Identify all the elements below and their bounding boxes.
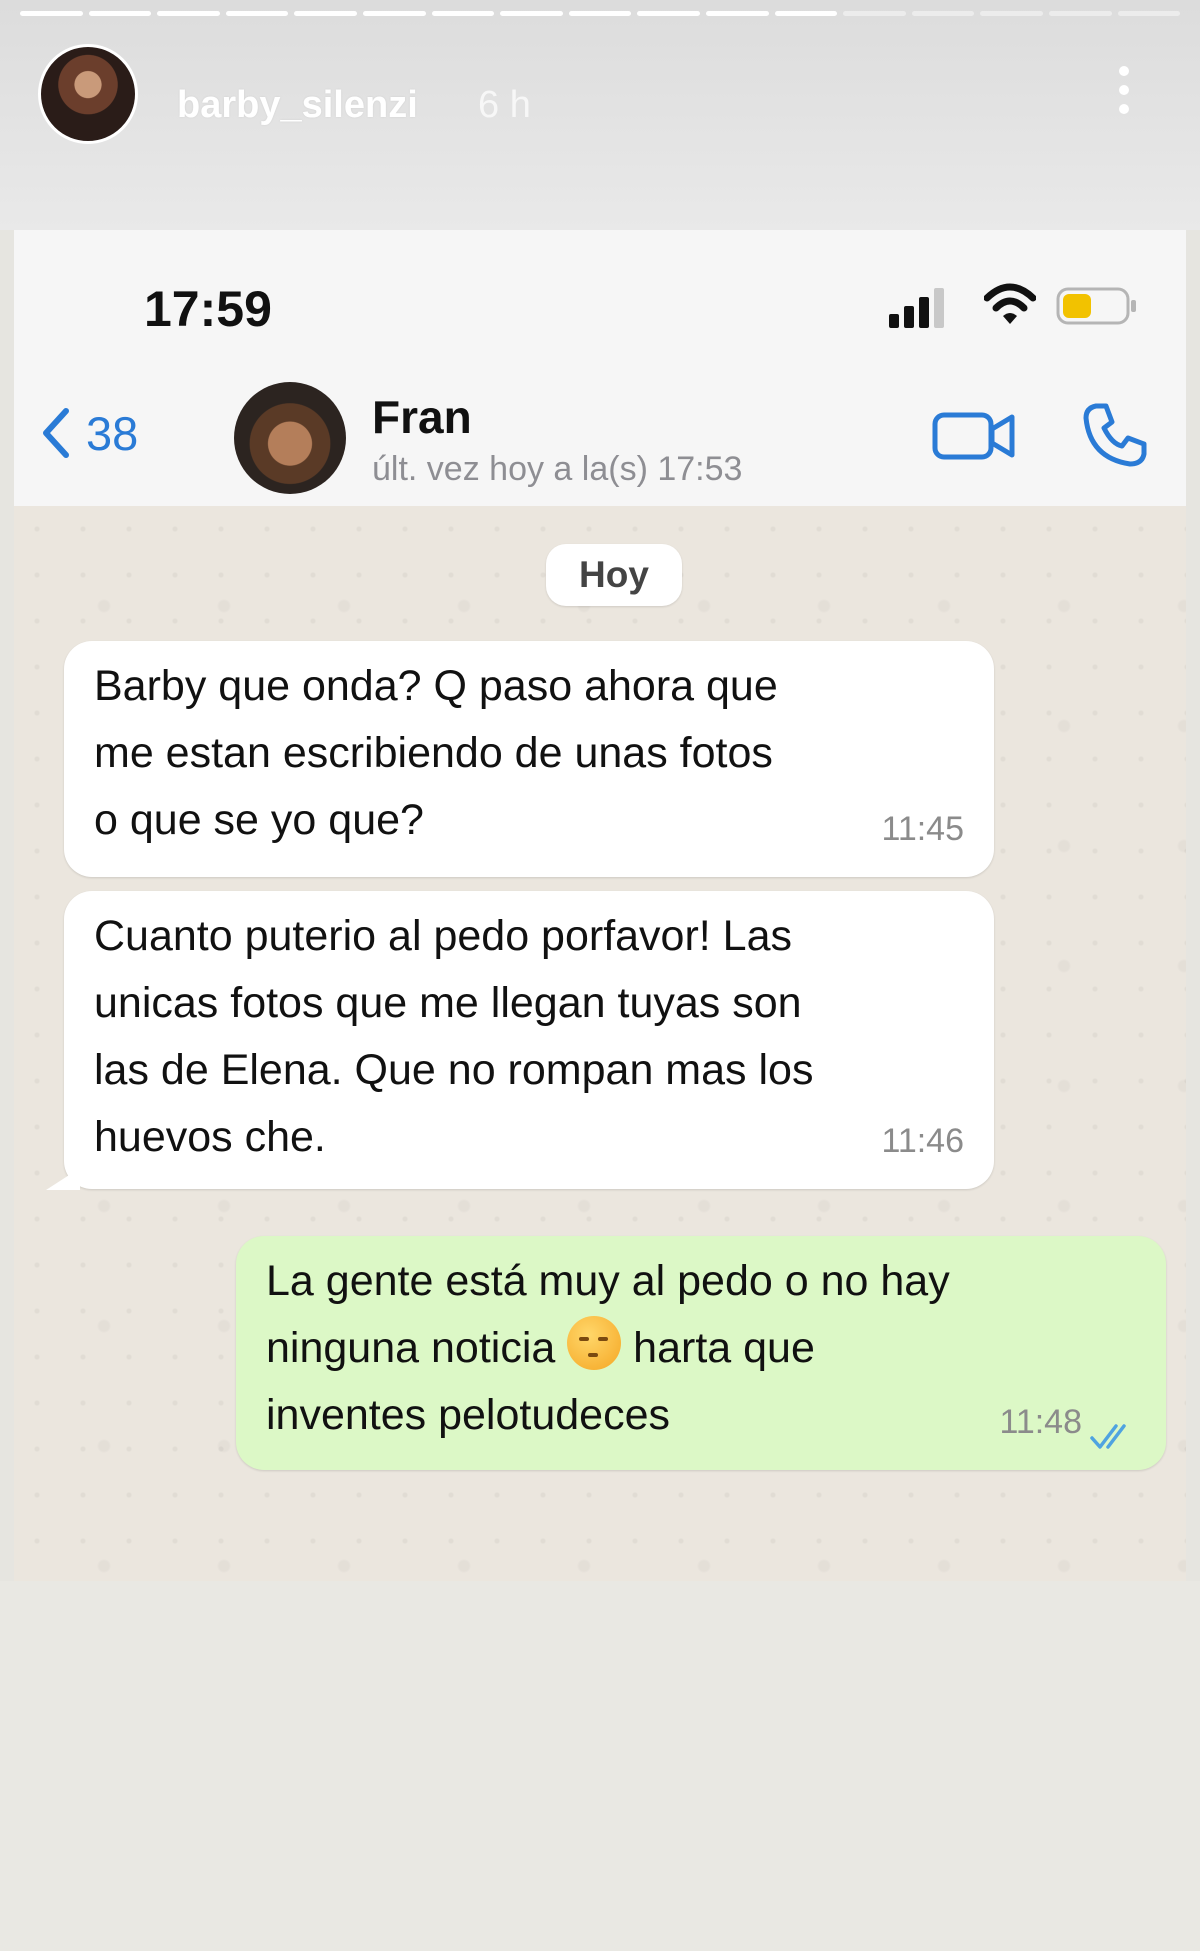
more-options-icon[interactable]	[1114, 66, 1134, 124]
status-clock: 17:59	[144, 281, 272, 337]
unamused-face-emoji-icon	[567, 1316, 622, 1370]
story-progress-segment	[705, 11, 769, 16]
back-button[interactable]: 38	[40, 405, 140, 461]
story-progress-segment	[500, 11, 563, 16]
outgoing-message[interactable]: La gente está muy al pedo o no hay ningu…	[236, 1236, 1166, 1470]
story-progress-segment	[225, 11, 289, 16]
contact-name[interactable]: Fran	[372, 390, 472, 444]
story-progress-segment	[431, 11, 495, 16]
chevron-left-icon	[43, 408, 69, 458]
phone-status-bar: 17:59	[14, 230, 1186, 360]
message-time: 11:46	[881, 1122, 964, 1160]
phone-icon[interactable]	[1082, 402, 1148, 468]
signal-icon	[889, 288, 944, 328]
story-progress-segment	[980, 11, 1043, 16]
story-progress-segment	[157, 11, 220, 16]
story-progress-segment	[88, 11, 152, 16]
bubble-tail	[46, 1168, 80, 1190]
contact-last-seen: últ. vez hoy a la(s) 17:53	[372, 450, 743, 488]
story-progress-segment	[774, 11, 838, 16]
message-time: 11:45	[881, 810, 964, 848]
message-text: Barby que onda? Q paso ahora que me esta…	[94, 662, 778, 844]
story-progress-segment	[568, 11, 632, 16]
incoming-message[interactable]: Barby que onda? Q paso ahora que me esta…	[64, 641, 994, 877]
chat-conversation[interactable]: Hoy Barby que onda? Q paso ahora que me …	[14, 506, 1186, 1581]
story-progress-segment	[843, 11, 906, 16]
contact-avatar[interactable]	[234, 382, 346, 494]
wifi-icon	[984, 283, 1036, 324]
story-progress-segment	[911, 11, 975, 16]
story-time-ago: 6 h	[478, 84, 531, 126]
story-progress-segment	[294, 11, 357, 16]
story-header: barby_silenzi 6 h	[0, 0, 1200, 230]
story-progress-segment	[362, 11, 426, 16]
read-double-check-icon	[1090, 1424, 1126, 1449]
story-user-avatar[interactable]	[38, 44, 138, 144]
story-progress-bar	[20, 11, 1181, 16]
battery-icon	[1056, 287, 1136, 325]
incoming-message[interactable]: Cuanto puterio al pedo porfavor! Las uni…	[64, 891, 994, 1189]
unread-count: 38	[86, 406, 139, 460]
chat-header: 38 Fran últ. vez hoy a la(s) 17:53	[14, 360, 1186, 508]
story-progress-segment	[1048, 11, 1112, 16]
message-time: 11:48	[999, 1403, 1082, 1441]
date-separator: Hoy	[546, 544, 682, 606]
story-username[interactable]: barby_silenzi	[177, 84, 418, 127]
video-call-icon[interactable]	[932, 410, 1016, 462]
message-text: Cuanto puterio al pedo porfavor! Las uni…	[94, 912, 814, 1161]
story-empty-area	[0, 1581, 1200, 1951]
story-progress-segment	[20, 11, 83, 16]
story-progress-segment	[637, 11, 700, 16]
story-progress-segment	[1117, 11, 1181, 16]
